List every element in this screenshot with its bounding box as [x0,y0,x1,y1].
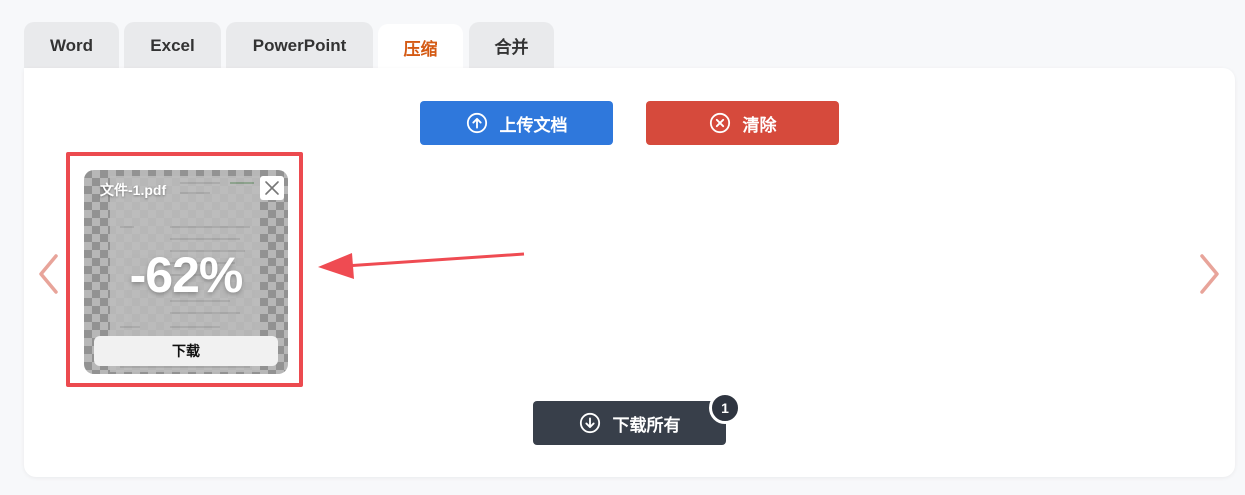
clear-button[interactable]: 清除 [646,101,839,145]
tab-word[interactable]: Word [24,22,119,69]
upload-button-label: 上传文档 [499,115,568,135]
compression-percent: -62% [129,247,244,303]
tab-excel[interactable]: Excel [124,22,221,69]
file-name: 文件-1.pdf [100,182,167,198]
arrow-down-circle-icon [579,412,600,434]
download-all-button[interactable]: 下载所有 [533,401,726,445]
upload-button[interactable]: 上传文档 [420,101,613,145]
file-download-button[interactable]: 下载 [94,336,278,366]
arrow-up-circle-icon [466,112,487,134]
chevron-right-icon[interactable] [1198,252,1222,296]
tab-compress[interactable]: 压缩 [378,24,463,71]
clear-button-label: 清除 [742,115,777,135]
tab-powerpoint[interactable]: PowerPoint [226,22,373,69]
close-icon[interactable] [260,176,284,200]
file-card: 文件-1.pdf -62% 下载 [84,170,288,374]
x-circle-icon [709,112,730,134]
file-count-badge: 1 [709,392,741,424]
download-all-label: 下载所有 [612,415,681,435]
tab-merge[interactable]: 合并 [469,22,554,69]
chevron-left-icon[interactable] [36,252,60,296]
